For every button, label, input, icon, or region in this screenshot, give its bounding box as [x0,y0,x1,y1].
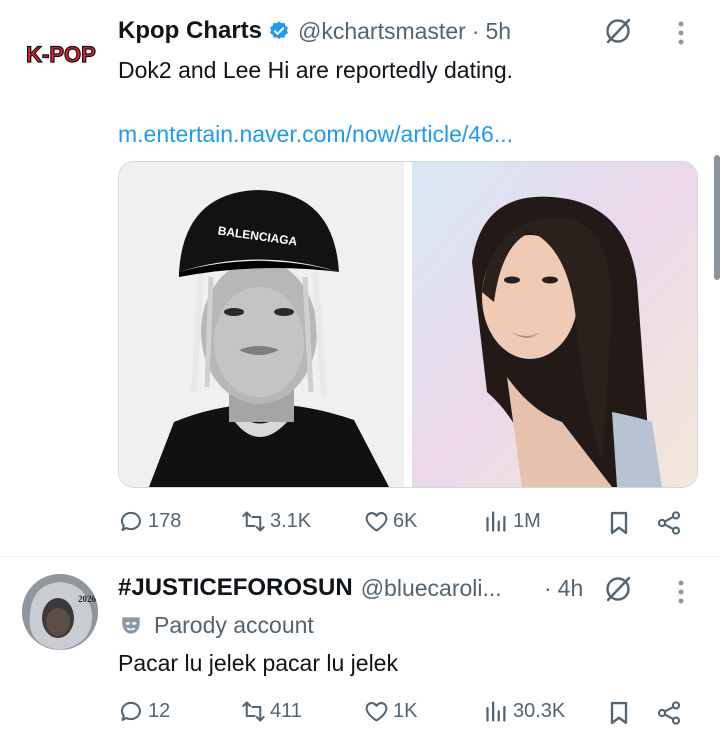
scrollbar[interactable] [714,155,720,280]
bookmark-icon [610,701,628,725]
separator-dot: · [471,17,480,44]
views-chart-icon [486,511,506,532]
share-button[interactable] [655,509,683,542]
photo-left[interactable]: BALENCIAGA [119,162,404,487]
reply-button[interactable]: 178 [118,508,181,535]
kpop-logo-text: K-POP [26,42,96,67]
repost-button[interactable]: 411 [240,698,302,725]
more-options-icon[interactable] [676,19,686,52]
like-count: 6K [393,510,418,532]
reply-icon [120,511,141,531]
grok-icon[interactable] [604,17,632,50]
views-button[interactable]: 30.3K [483,698,565,725]
repost-icon [242,701,265,722]
separator-dot: · [544,574,552,601]
reply-button[interactable]: 12 [118,698,170,725]
avatar-justiceforosun[interactable]: 2026 [22,574,98,650]
avatar-kpop-charts[interactable]: K-POP [22,38,100,68]
repost-count: 411 [270,700,302,722]
article-link[interactable]: m.entertain.naver.com/now/article/46... [118,121,513,148]
verified-badge-icon [268,20,290,42]
grok-icon[interactable] [604,575,632,608]
bookmark-icon [610,511,628,535]
tweet-text: Dok2 and Lee Hi are reportedly dating. [118,57,514,83]
bookmark-button[interactable] [605,509,633,542]
repost-icon [242,511,265,532]
kpop-logo: K-POP [22,41,100,68]
share-icon [657,511,681,535]
parody-mask-icon [118,612,144,638]
avatar-text: 2026 [78,594,97,604]
views-count: 30.3K [513,700,566,722]
more-options-icon[interactable] [676,578,686,611]
media-grid: BALENCIAGA [118,161,698,488]
share-button[interactable] [655,699,683,732]
parody-label: Parody account [154,611,314,638]
like-button[interactable]: 1K [363,698,417,725]
tweet-text: Pacar lu jelek pacar lu jelek [118,650,398,676]
timestamp[interactable]: 4h [558,575,584,602]
repost-count: 3.1K [270,510,312,532]
like-count: 1K [393,700,418,722]
handle[interactable]: @bluecaroli... [361,575,502,602]
heart-icon [365,512,388,532]
photo-right[interactable] [412,162,697,487]
tweet-divider [0,556,720,557]
display-name[interactable]: #JUSTICEFOROSUN [118,574,353,602]
like-button[interactable]: 6K [363,508,417,535]
reply-count: 178 [148,510,182,532]
bookmark-button[interactable] [605,699,633,732]
heart-icon [365,702,388,722]
views-chart-icon [486,701,506,722]
timestamp[interactable]: 5h [485,18,511,45]
repost-button[interactable]: 3.1K [240,508,311,535]
portrait-woman-icon [412,162,697,487]
avatar-photo-icon: 2026 [22,574,98,650]
display-name[interactable]: Kpop Charts [118,17,262,45]
share-icon [657,701,681,725]
handle[interactable]: @kchartsmaster [298,18,466,45]
views-button[interactable]: 1M [483,508,541,535]
portrait-man-icon: BALENCIAGA [119,162,404,487]
reply-icon [120,701,141,721]
views-count: 1M [513,510,541,532]
reply-count: 12 [148,700,171,722]
